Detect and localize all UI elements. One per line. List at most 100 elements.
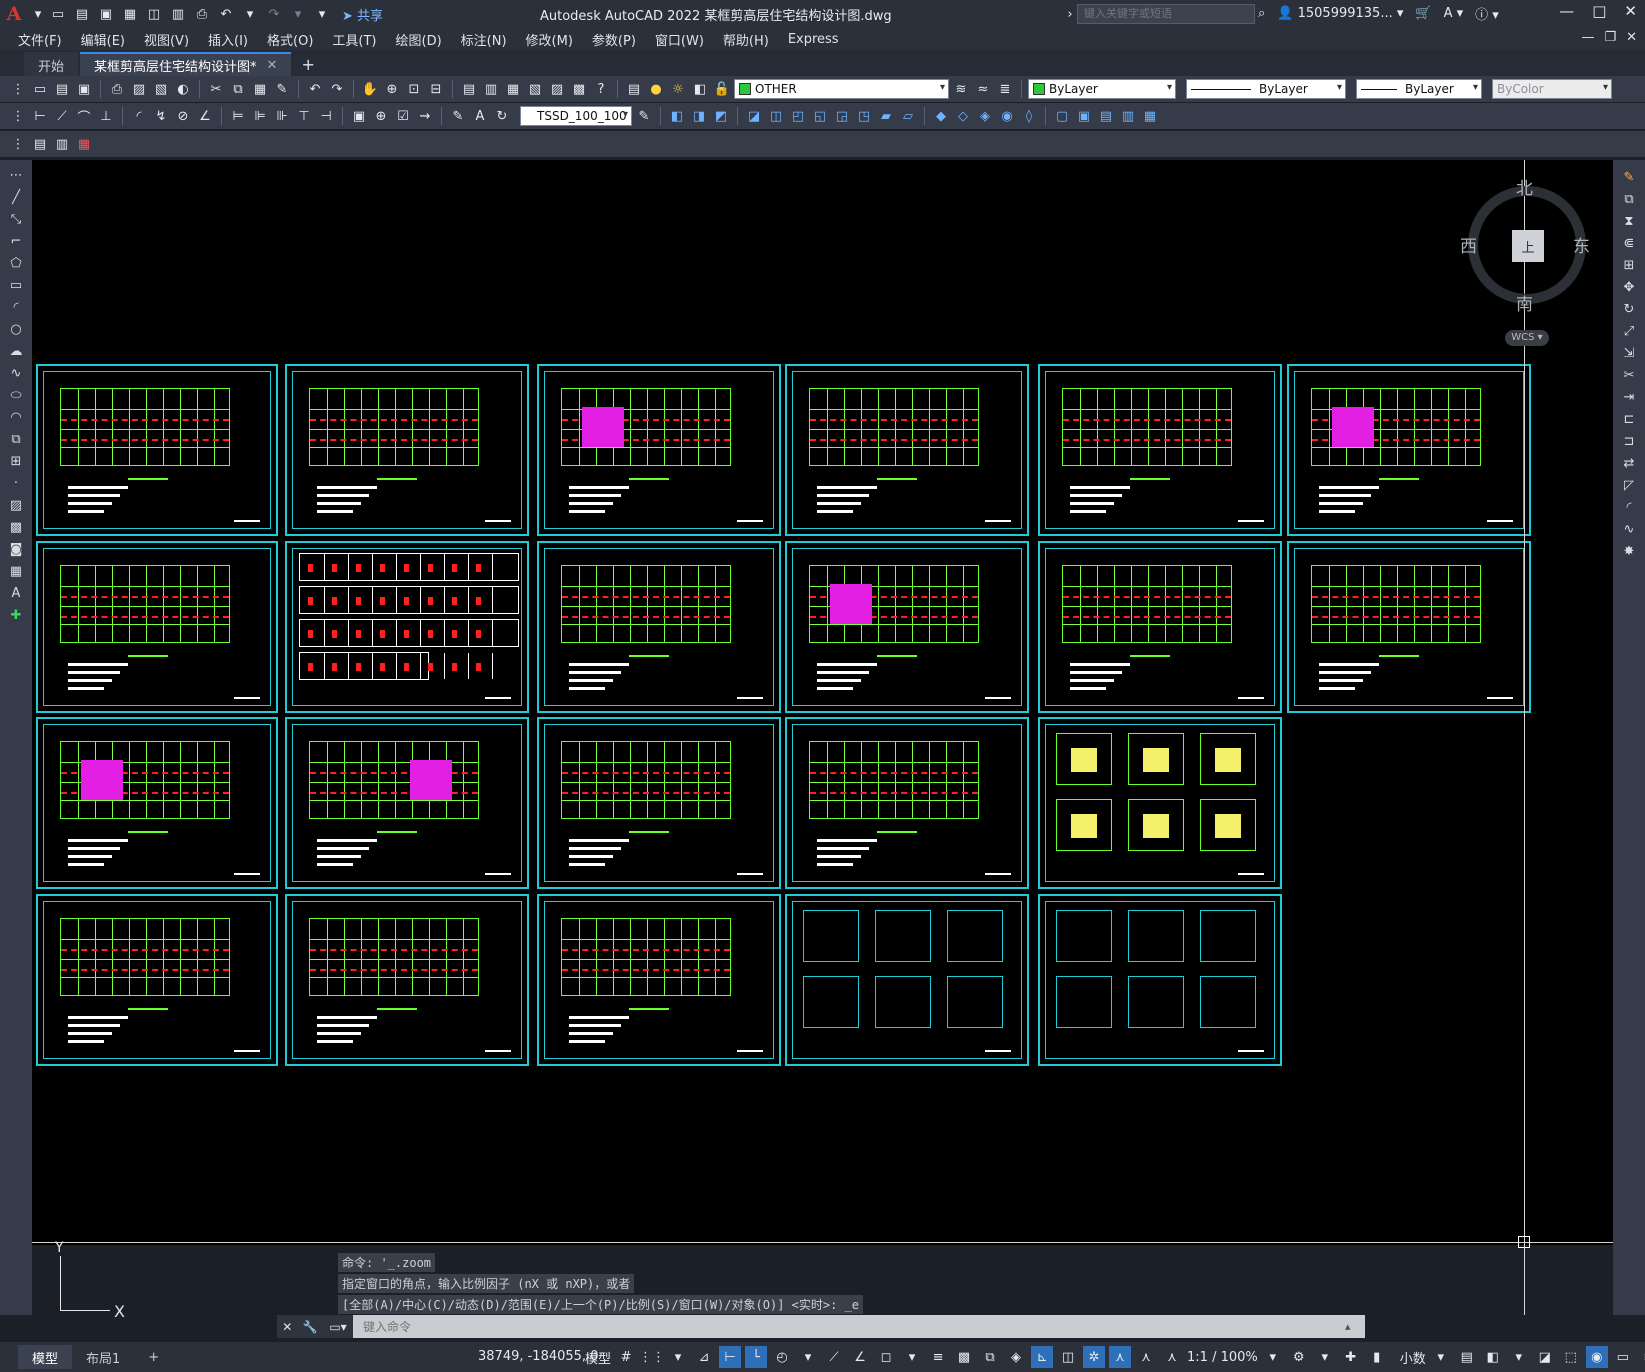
ortho-icon[interactable]: └ bbox=[745, 1346, 768, 1368]
scale-dropdown-icon[interactable]: ▾ bbox=[1262, 1346, 1284, 1368]
object-snap-tracking-icon[interactable]: ∠ bbox=[849, 1346, 871, 1368]
app-menu-chevron-icon[interactable]: ▾ bbox=[28, 4, 48, 24]
arc-length-icon[interactable]: ⌒ bbox=[74, 106, 94, 126]
drawing-sheet[interactable] bbox=[285, 894, 529, 1066]
print-icon[interactable]: ⎙ bbox=[192, 4, 212, 24]
annotation-scale-icon[interactable]: ⋏ bbox=[1161, 1346, 1183, 1368]
autocad-logo[interactable]: A bbox=[0, 3, 28, 25]
new-tab-icon[interactable]: + bbox=[301, 52, 314, 76]
units-dropdown-icon[interactable]: ▾ bbox=[1430, 1346, 1452, 1368]
ellipse-arc-icon[interactable]: ◠ bbox=[6, 408, 26, 427]
center-mark-icon[interactable]: ⊕ bbox=[371, 106, 391, 126]
transparency-icon[interactable]: ▩ bbox=[953, 1346, 975, 1368]
drawing-sheet[interactable] bbox=[537, 364, 781, 536]
3d-dwf-icon[interactable]: ◐ bbox=[173, 79, 193, 99]
zoom-realtime-icon[interactable]: ⊕ bbox=[382, 79, 402, 99]
drawing-sheet[interactable] bbox=[285, 717, 529, 889]
baseline-dim-icon[interactable]: ⊫ bbox=[250, 106, 270, 126]
publish-icon[interactable]: ▧ bbox=[151, 79, 171, 99]
dim-space-icon[interactable]: ⊤ bbox=[294, 106, 314, 126]
cart-icon[interactable]: 🛒 bbox=[1415, 6, 1431, 21]
quick-dim-icon[interactable]: ⊨ bbox=[228, 106, 248, 126]
isodraft-icon[interactable]: ⟋ bbox=[823, 1346, 845, 1368]
linear-dim-icon[interactable]: ⊢ bbox=[30, 106, 50, 126]
calculator-icon[interactable]: ▩ bbox=[569, 79, 589, 99]
multiline-text-icon[interactable]: A bbox=[6, 584, 26, 603]
snap-dropdown-icon[interactable]: ▾ bbox=[667, 1346, 689, 1368]
drawing-sheet[interactable] bbox=[285, 364, 529, 536]
share-button[interactable]: ➤ 共享 bbox=[342, 5, 383, 24]
angular-dim-icon[interactable]: ∠ bbox=[195, 106, 215, 126]
clean-icon[interactable]: ▣ bbox=[1074, 106, 1094, 126]
union-icon[interactable]: ◪ bbox=[744, 106, 764, 126]
layer-dropdown[interactable]: OTHER ▾ bbox=[734, 79, 949, 99]
tssd-tool-1-icon[interactable]: ▤ bbox=[30, 134, 50, 154]
redo-dropdown-icon[interactable]: ▾ bbox=[288, 4, 308, 24]
sheet-set-icon[interactable]: ▧ bbox=[525, 79, 545, 99]
drawing-sheet[interactable] bbox=[36, 541, 278, 713]
drawing-sheet[interactable] bbox=[537, 541, 781, 713]
quick-properties-icon[interactable]: ▤ bbox=[1456, 1346, 1478, 1368]
menu-item[interactable]: 标注(N) bbox=[461, 30, 526, 49]
selection-filter-icon[interactable]: ◫ bbox=[1057, 1346, 1079, 1368]
new-file-icon[interactable]: ▭ bbox=[48, 4, 68, 24]
tssd-tool-3-icon[interactable]: ▦ bbox=[74, 134, 94, 154]
customization-menu-icon[interactable]: ≡ bbox=[1638, 1346, 1645, 1368]
save-as-icon[interactable]: ▦ bbox=[120, 4, 140, 24]
drawing-sheet[interactable] bbox=[1038, 894, 1282, 1066]
undo-dropdown-icon[interactable]: ▾ bbox=[240, 4, 260, 24]
drawing-sheet[interactable] bbox=[1038, 364, 1282, 536]
drawing-sheet[interactable] bbox=[1038, 541, 1282, 713]
point-icon[interactable]: · bbox=[6, 474, 26, 493]
imprint-icon[interactable]: ▢ bbox=[1052, 106, 1072, 126]
check-icon[interactable]: ▦ bbox=[1140, 106, 1160, 126]
arc-icon[interactable]: ◜ bbox=[6, 298, 26, 317]
solid-cone-icon[interactable]: ◩ bbox=[711, 106, 731, 126]
ordinate-dim-icon[interactable]: ⊥ bbox=[96, 106, 116, 126]
trim-icon[interactable]: ✂ bbox=[1619, 366, 1639, 385]
mirror-icon[interactable]: ⧗ bbox=[1619, 212, 1639, 231]
minimize-icon[interactable]: — bbox=[1559, 2, 1574, 20]
solid-wedge-icon[interactable]: ◨ bbox=[689, 106, 709, 126]
properties-icon[interactable]: ▤ bbox=[459, 79, 479, 99]
web-save-icon[interactable]: ◫ bbox=[144, 4, 164, 24]
redo-icon[interactable]: ↷ bbox=[327, 79, 347, 99]
color-dropdown[interactable]: ByLayer ▾ bbox=[1028, 79, 1176, 99]
copy-icon[interactable]: ⧉ bbox=[228, 79, 248, 99]
coordinates-readout[interactable]: 38749, -184055, 0 bbox=[478, 1349, 598, 1364]
add-layout-icon[interactable]: + bbox=[134, 1345, 173, 1369]
gizmo-icon[interactable]: ✲ bbox=[1083, 1346, 1106, 1368]
viewcube-north[interactable]: 北 bbox=[1516, 174, 1533, 199]
separate-icon[interactable]: ▤ bbox=[1096, 106, 1116, 126]
viewcube-compass[interactable]: 上 bbox=[1468, 186, 1586, 304]
units-value[interactable]: 小数 bbox=[1400, 1348, 1426, 1367]
polar-icon[interactable]: ◴ bbox=[771, 1346, 793, 1368]
menu-item[interactable]: 修改(M) bbox=[526, 30, 592, 49]
dynamic-ucs-icon[interactable]: ⊾ bbox=[1031, 1346, 1054, 1368]
layer-on-bulb-icon[interactable]: ● bbox=[646, 79, 666, 99]
line-icon[interactable]: ╱ bbox=[6, 188, 26, 207]
cut-icon[interactable]: ✂ bbox=[206, 79, 226, 99]
viewcube-south[interactable]: 南 bbox=[1516, 290, 1533, 315]
maximize-icon[interactable]: □ bbox=[1592, 2, 1606, 20]
drawing-sheet[interactable] bbox=[36, 894, 278, 1066]
doc-minimize-icon[interactable]: — bbox=[1581, 30, 1594, 45]
menu-item[interactable]: Express bbox=[788, 32, 858, 47]
erase-icon[interactable]: ✎ bbox=[1619, 168, 1639, 187]
break-at-point-icon[interactable]: ⊏ bbox=[1619, 410, 1639, 429]
drawing-sheet[interactable] bbox=[537, 894, 781, 1066]
command-input[interactable] bbox=[353, 1315, 1345, 1338]
layer-freeze-sun-icon[interactable]: ☼ bbox=[668, 79, 688, 99]
insert-block-icon[interactable]: ⧉ bbox=[6, 430, 26, 449]
layer-lock-icon[interactable]: 🔓 bbox=[712, 79, 732, 99]
jogged-dim-icon[interactable]: ↯ bbox=[151, 106, 171, 126]
close-command-line-icon[interactable]: ✕ bbox=[282, 1320, 292, 1334]
hatch-icon[interactable]: ▨ bbox=[6, 496, 26, 515]
paste-icon[interactable]: ▦ bbox=[250, 79, 270, 99]
menu-item[interactable]: 编辑(E) bbox=[81, 30, 144, 49]
layer-viewport-icon[interactable]: ◧ bbox=[690, 79, 710, 99]
match-properties-icon[interactable]: ✎ bbox=[272, 79, 292, 99]
layer-previous-icon[interactable]: ≈ bbox=[973, 79, 993, 99]
dim-edit-icon[interactable]: ✎ bbox=[448, 106, 468, 126]
save-icon[interactable]: ▣ bbox=[74, 79, 94, 99]
